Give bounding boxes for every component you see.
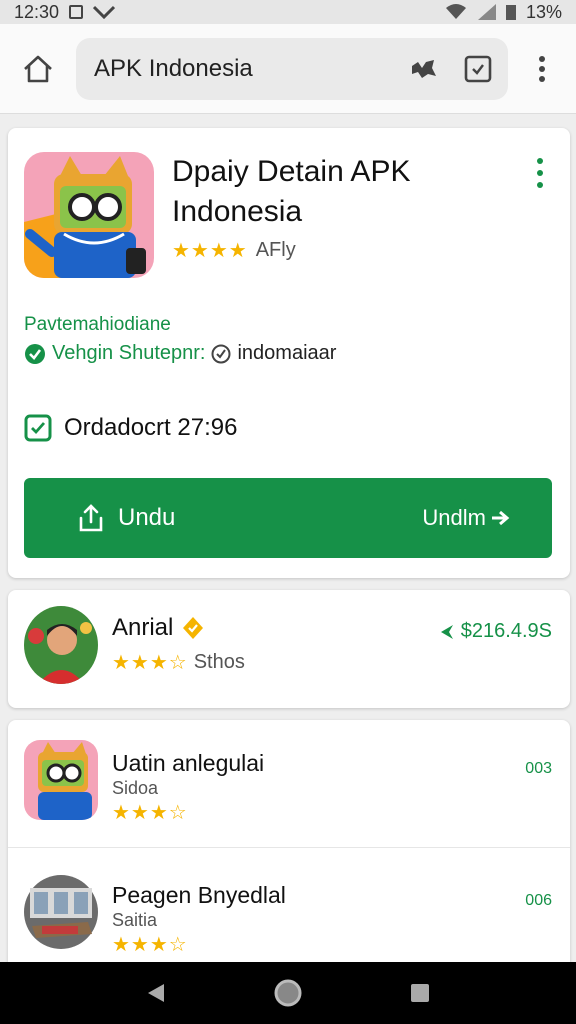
nav-home-button[interactable] — [268, 973, 308, 1013]
app-title: Dpaiy Detain APK Indonesia — [172, 155, 411, 228]
app-menu-button[interactable] — [530, 158, 550, 188]
dot — [537, 182, 543, 188]
notification-icon — [69, 5, 84, 19]
verified-check-icon — [25, 343, 45, 364]
home-icon — [24, 55, 52, 82]
recents-icon — [411, 984, 429, 1002]
app-detail-card: Dpaiy Detain APK Indonesia ★★★★ AFly Pav… — [8, 128, 570, 578]
price-text: $216.4.9S — [460, 620, 552, 642]
list-item[interactable]: Uatin anlegulai Sidoa ★★★☆ 003 — [8, 720, 570, 848]
browser-toolbar: APK Indonesia — [0, 24, 576, 114]
developer-avatar — [24, 606, 98, 684]
list-item-subtitle: Sidoa — [112, 778, 159, 798]
extension-icon[interactable] — [410, 58, 438, 80]
battery-percent: 13% — [525, 1, 562, 22]
app-rating: ★★★★ AFly — [172, 238, 296, 263]
list-item-title: Uatin anlegulai — [112, 750, 265, 776]
list-item-icon — [24, 740, 98, 820]
developer-name: Anrial — [112, 614, 174, 641]
download-label: Undu — [118, 504, 176, 531]
url-text: APK Indonesia — [94, 54, 253, 82]
list-item-subtitle: Saitia — [112, 910, 158, 930]
system-nav-bar — [0, 962, 576, 1024]
vpn-icon — [93, 5, 116, 19]
nav-recents-button[interactable] — [400, 973, 440, 1013]
download-icon — [79, 504, 103, 532]
download-right-label: Undlm — [422, 505, 486, 530]
developer-rating-label: Sthos — [193, 651, 245, 673]
status-bar: 12:30 13% — [0, 0, 576, 24]
app-category: Pavtemahiodiane — [24, 314, 171, 335]
arrow-right-icon — [492, 510, 510, 526]
home-circle-icon — [274, 979, 302, 1007]
list-item[interactable]: Peagen Bnyedlal Saitia ★★★☆ 006 — [8, 852, 570, 970]
verification-row: Vehgin Shutepnr: indomaiaar — [24, 342, 336, 365]
browser-menu-button[interactable] — [508, 24, 576, 114]
list-item-stars: ★★★☆ — [112, 802, 188, 824]
calendar-check-icon — [24, 414, 52, 442]
verify-label: Vehgin Shutepnr: — [52, 342, 206, 364]
list-item-title: Peagen Bnyedlal — [112, 882, 286, 908]
more-vert-icon — [539, 55, 545, 82]
developer-rating: ★★★☆ Sthos — [112, 650, 245, 675]
developer-price: $216.4.9S — [439, 620, 552, 643]
domain-text: indomaiaar — [237, 342, 337, 364]
url-field[interactable]: APK Indonesia — [76, 37, 508, 100]
list-item-icon — [24, 872, 98, 952]
related-apps-card: Uatin anlegulai Sidoa ★★★☆ 003 Peagen Bn… — [8, 720, 570, 970]
app-icon — [24, 152, 154, 278]
verified-badge-icon — [183, 617, 204, 639]
battery-icon — [505, 5, 516, 20]
list-item-size: 003 — [525, 760, 552, 777]
wifi-icon — [445, 4, 466, 19]
developer-name-row: Anrial — [112, 614, 205, 642]
tab-check-icon[interactable] — [464, 55, 492, 83]
developer-card[interactable]: Anrial ★★★☆ Sthos $216.4.9S — [8, 590, 570, 708]
rating-stars: ★★★★ — [172, 240, 248, 262]
download-button[interactable]: Undu Undlm — [24, 478, 552, 558]
signal-icon — [477, 4, 496, 20]
back-icon — [148, 984, 164, 1002]
nav-back-button[interactable] — [136, 973, 176, 1013]
rating-text: AFly — [255, 239, 296, 261]
dot — [537, 158, 543, 164]
price-icon — [440, 624, 453, 639]
dot — [537, 170, 543, 176]
status-time: 12:30 — [14, 1, 60, 22]
update-date: Ordadocrt 27:96 — [64, 414, 238, 441]
date-row: Ordadocrt 27:96 — [24, 414, 237, 442]
list-item-size: 006 — [525, 892, 552, 909]
developer-stars: ★★★☆ — [112, 652, 188, 674]
home-button[interactable] — [0, 24, 76, 114]
list-item-stars: ★★★☆ — [112, 934, 188, 956]
link-check-icon — [211, 344, 231, 363]
